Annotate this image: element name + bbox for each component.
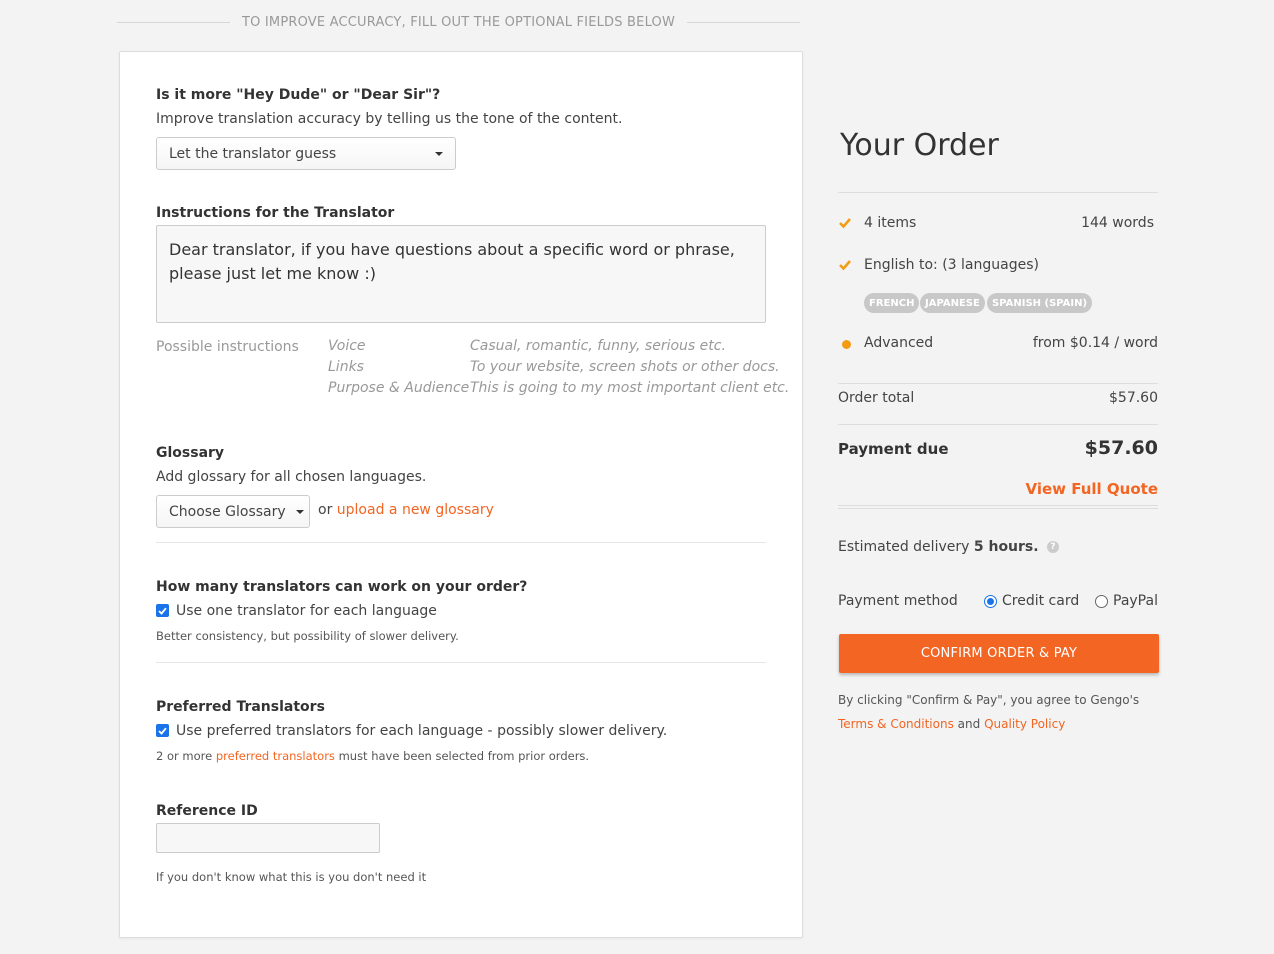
delivery-value: 5 hours. bbox=[973, 539, 1039, 555]
upload-glossary-link[interactable]: upload a new glossary bbox=[337, 502, 494, 518]
preferred-translators-label[interactable]: Use preferred translators for each langu… bbox=[176, 723, 667, 739]
preferred-title: Preferred Translators bbox=[156, 699, 325, 715]
hint-key: Voice bbox=[328, 338, 366, 354]
payment-due-value: $57.60 bbox=[1084, 437, 1158, 459]
preferred-note: 2 or more preferred translators must hav… bbox=[156, 749, 589, 763]
terms-link[interactable]: Terms & Conditions bbox=[838, 717, 954, 731]
glossary-subtitle: Add glossary for all chosen languages. bbox=[156, 469, 427, 485]
tone-title: Is it more "Hey Dude" or "Dear Sir"? bbox=[156, 87, 441, 103]
order-total-label: Order total bbox=[838, 390, 915, 406]
translators-title: How many translators can work on your or… bbox=[156, 579, 528, 595]
glossary-upload-line: or upload a new glossary bbox=[318, 502, 494, 518]
terms-and: and bbox=[957, 717, 981, 731]
preferred-translators-checkbox[interactable] bbox=[156, 724, 169, 737]
hint-key: Links bbox=[328, 359, 364, 375]
one-translator-checkbox[interactable] bbox=[156, 604, 169, 617]
order-divider bbox=[838, 505, 1158, 506]
paypal-label[interactable]: PayPal bbox=[1113, 593, 1158, 609]
word-count: 144 words bbox=[1081, 215, 1154, 231]
tier-price: from $0.14 / word bbox=[1032, 335, 1158, 351]
order-total-value: $57.60 bbox=[1109, 390, 1158, 406]
payment-method-label: Payment method bbox=[838, 593, 958, 609]
items-count: 4 items bbox=[864, 215, 917, 231]
preferred-note-suffix: must have been selected from prior order… bbox=[338, 749, 590, 763]
estimated-delivery: Estimated delivery 5 hours. ? bbox=[838, 539, 1060, 555]
reference-title: Reference ID bbox=[156, 803, 258, 819]
translators-note: Better consistency, but possibility of s… bbox=[156, 629, 459, 643]
one-translator-label[interactable]: Use one translator for each language bbox=[176, 603, 437, 619]
checkmark-icon bbox=[158, 607, 167, 615]
preferred-note-prefix: 2 or more bbox=[156, 749, 213, 763]
checkmark-icon bbox=[158, 727, 167, 735]
hint-key: Purpose & Audience bbox=[328, 380, 470, 396]
quality-policy-link[interactable]: Quality Policy bbox=[984, 717, 1065, 731]
instructions-title: Instructions for the Translator bbox=[156, 205, 395, 221]
reference-note: If you don't know what this is you don't… bbox=[156, 870, 427, 884]
hint-value: This is going to my most important clien… bbox=[470, 380, 790, 396]
order-divider bbox=[838, 192, 1158, 193]
section-divider bbox=[156, 542, 766, 543]
terms-prefix: By clicking "Confirm & Pay", you agree t… bbox=[838, 693, 1140, 707]
tier-label: Advanced bbox=[864, 335, 934, 351]
section-divider bbox=[156, 662, 766, 663]
order-divider bbox=[838, 508, 1158, 509]
tone-select-value: Let the translator guess bbox=[169, 145, 337, 162]
chevron-down-icon bbox=[295, 509, 304, 514]
terms-text: By clicking "Confirm & Pay", you agree t… bbox=[838, 688, 1160, 736]
instructions-textarea[interactable]: Dear translator, if you have questions a… bbox=[156, 225, 766, 323]
language-pill: Spanish (Spain) bbox=[987, 293, 1093, 313]
order-title: Your Order bbox=[840, 128, 999, 163]
banner-rule-left bbox=[117, 21, 230, 23]
glossary-title: Glossary bbox=[156, 445, 225, 461]
possible-instructions-label: Possible instructions bbox=[156, 339, 299, 355]
credit-card-label[interactable]: Credit card bbox=[1002, 593, 1079, 609]
payment-due-label: Payment due bbox=[838, 440, 949, 458]
tier-dot-icon bbox=[842, 340, 851, 349]
delivery-prefix: Estimated delivery bbox=[838, 539, 970, 555]
order-divider bbox=[838, 424, 1158, 425]
tone-select[interactable]: Let the translator guess bbox=[156, 137, 456, 170]
check-icon bbox=[839, 260, 851, 271]
confirm-order-button[interactable]: Confirm Order & Pay bbox=[839, 634, 1159, 673]
glossary-select-value: Choose Glossary bbox=[169, 503, 286, 520]
section-banner: To improve accuracy, fill out the option… bbox=[117, 13, 801, 31]
hint-value: To your website, screen shots or other d… bbox=[470, 359, 780, 375]
order-divider bbox=[838, 383, 1158, 384]
languages-label: English to: (3 languages) bbox=[864, 257, 1039, 273]
glossary-select[interactable]: Choose Glossary bbox=[156, 495, 310, 528]
banner-text: To improve accuracy, fill out the option… bbox=[241, 14, 676, 30]
tone-subtitle: Improve translation accuracy by telling … bbox=[156, 111, 623, 127]
help-icon[interactable]: ? bbox=[1047, 541, 1060, 553]
preferred-translators-link[interactable]: preferred translators bbox=[216, 749, 335, 763]
hint-value: Casual, romantic, funny, serious etc. bbox=[470, 338, 726, 354]
chevron-down-icon bbox=[435, 151, 443, 156]
language-pill: Japanese bbox=[920, 293, 985, 313]
view-full-quote-link[interactable]: View Full Quote bbox=[1025, 480, 1158, 498]
glossary-or-text: or bbox=[318, 502, 333, 518]
optional-fields-card: Is it more "Hey Dude" or "Dear Sir"? Imp… bbox=[119, 51, 803, 938]
check-icon bbox=[839, 218, 851, 229]
paypal-radio[interactable] bbox=[1095, 595, 1108, 608]
reference-id-input[interactable] bbox=[156, 823, 380, 853]
banner-rule-right bbox=[687, 21, 801, 23]
credit-card-radio[interactable] bbox=[984, 595, 997, 608]
language-pill: French bbox=[864, 293, 920, 313]
